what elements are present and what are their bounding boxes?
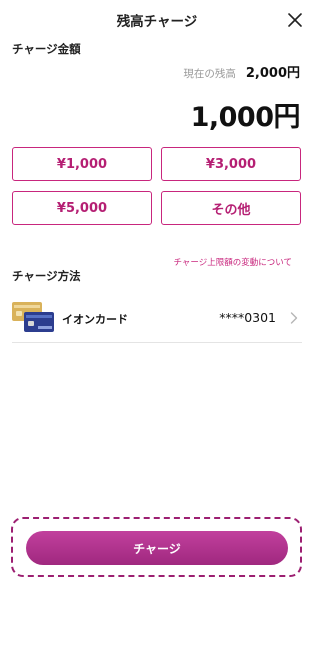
page-title: 残高チャージ — [116, 14, 198, 30]
amount-option-5000[interactable]: ¥5,000 — [12, 191, 152, 225]
header: 残高チャージ — [0, 0, 314, 40]
close-button[interactable] — [286, 11, 304, 29]
charge-limit-link[interactable]: チャージ上限額の変動について — [174, 256, 293, 268]
amount-option-3000[interactable]: ¥3,000 — [161, 147, 301, 181]
amount-option-1000[interactable]: ¥1,000 — [12, 147, 152, 181]
payment-card-row[interactable]: イオンカード ****0301 — [12, 300, 302, 343]
charge-button[interactable]: チャージ — [26, 531, 288, 565]
selected-amount: 1,000円 — [190, 102, 301, 133]
card-number: ****0301 — [219, 310, 276, 325]
amount-option-other[interactable]: その他 — [161, 191, 301, 225]
card-name: イオンカード — [62, 313, 128, 326]
payment-method-label: チャージ方法 — [12, 269, 81, 283]
charge-amount-label: チャージ金額 — [12, 42, 81, 56]
chevron-right-icon — [290, 312, 298, 324]
current-balance: 現在の残高 2,000円 — [183, 62, 300, 81]
credit-card-icon — [12, 302, 54, 332]
balance-label: 現在の残高 — [183, 68, 236, 80]
balance-value: 2,000円 — [245, 66, 300, 81]
close-icon — [288, 13, 302, 27]
